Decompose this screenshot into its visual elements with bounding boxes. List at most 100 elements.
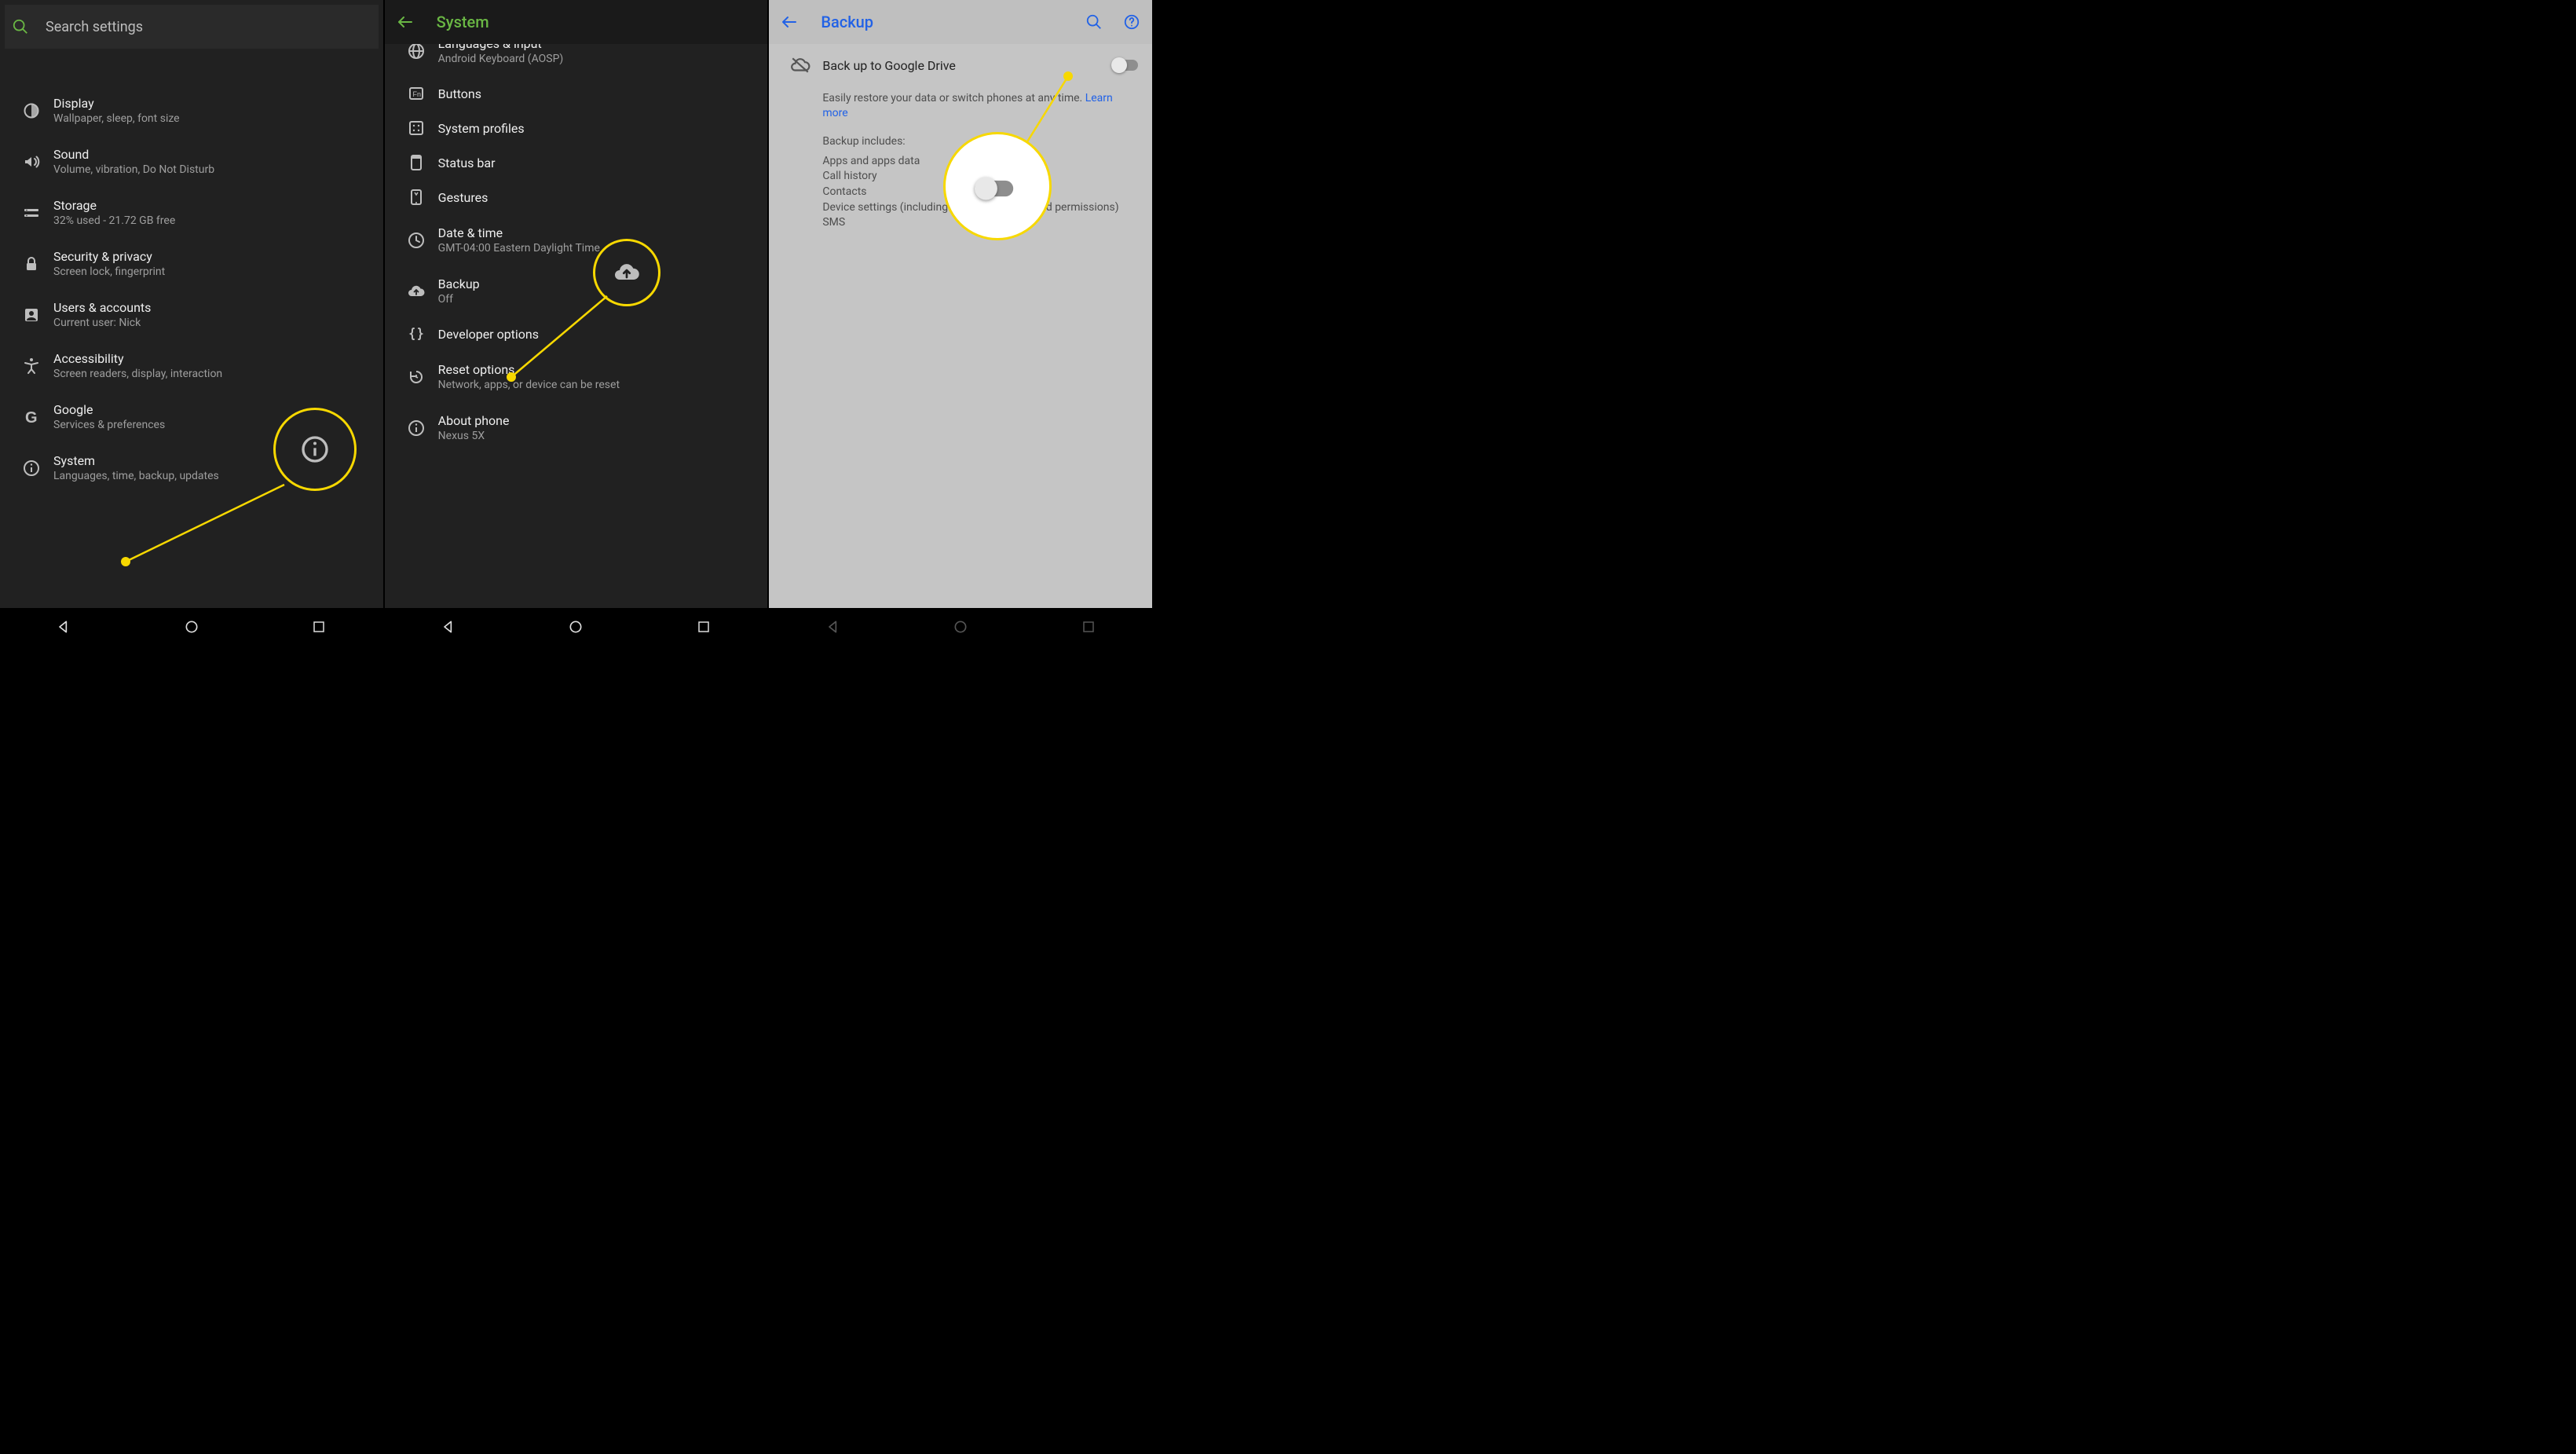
- row-label: System: [53, 453, 371, 468]
- nav-bar: [385, 608, 768, 646]
- system-list: Languages & input Android Keyboard (AOSP…: [385, 44, 768, 608]
- desc-text: Easily restore your data or switch phone…: [822, 92, 1085, 104]
- profiles-icon: [394, 119, 438, 137]
- nav-home-icon[interactable]: [951, 617, 970, 636]
- cloud-off-icon: [778, 55, 822, 75]
- settings-row-languages-input[interactable]: Languages & input Android Keyboard (AOSP…: [385, 44, 768, 76]
- row-label: Buttons: [438, 86, 756, 101]
- backup-toggle-row[interactable]: Back up to Google Drive: [769, 44, 1152, 86]
- sound-icon: [9, 152, 53, 171]
- topbar-system: System: [385, 0, 768, 44]
- backup-settings-panel: Backup Back up to Google Drive Easily re…: [769, 0, 1152, 646]
- settings-row-developer-options[interactable]: Developer options: [385, 317, 768, 351]
- globe-icon: [394, 44, 438, 60]
- settings-list: Display Wallpaper, sleep, font size Soun…: [0, 53, 383, 608]
- settings-row-security-privacy[interactable]: Security & privacy Screen lock, fingerpr…: [0, 238, 383, 289]
- row-subtitle: Languages, time, backup, updates: [53, 470, 371, 482]
- row-label: Backup: [438, 277, 756, 291]
- row-label: Reset options: [438, 362, 756, 377]
- settings-row-reset-options[interactable]: Reset options Network, apps, or device c…: [385, 351, 768, 402]
- google-icon: G: [9, 408, 53, 427]
- back-arrow-icon[interactable]: [396, 13, 415, 31]
- system-settings-panel: System Languages & input Android Keyboar…: [385, 0, 768, 646]
- fn-icon: Fn: [394, 84, 438, 103]
- row-label: Storage: [53, 198, 371, 213]
- search-icon: [11, 17, 30, 36]
- settings-row-system[interactable]: System Languages, time, backup, updates: [0, 442, 383, 493]
- topbar-backup: Backup: [769, 0, 1152, 44]
- row-label: About phone: [438, 413, 756, 428]
- settings-row-sound[interactable]: Sound Volume, vibration, Do Not Disturb: [0, 136, 383, 187]
- clock-icon: [394, 231, 438, 250]
- settings-row-date-time[interactable]: Date & time GMT-04:00 Eastern Daylight T…: [385, 214, 768, 266]
- search-settings-bar[interactable]: Search settings: [5, 5, 379, 49]
- nav-recent-icon[interactable]: [1079, 617, 1098, 636]
- info-icon: [394, 419, 438, 438]
- statusbar-icon: [394, 153, 438, 172]
- nav-back-icon[interactable]: [439, 617, 458, 636]
- settings-row-system-profiles[interactable]: System profiles: [385, 111, 768, 145]
- settings-row-users-accounts[interactable]: Users & accounts Current user: Nick: [0, 289, 383, 340]
- row-label: Users & accounts: [53, 300, 371, 315]
- row-label: Gestures: [438, 190, 756, 205]
- row-subtitle: 32% used - 21.72 GB free: [53, 214, 371, 227]
- gestures-icon: [394, 188, 438, 207]
- row-label: System profiles: [438, 121, 756, 136]
- row-label: Date & time: [438, 225, 756, 240]
- svg-text:G: G: [25, 409, 38, 427]
- nav-bar: [0, 608, 383, 646]
- include-item: Apps and apps data: [822, 154, 1140, 170]
- row-label: Google: [53, 402, 371, 417]
- includes-heading: Backup includes:: [769, 121, 1152, 152]
- row-label: Sound: [53, 147, 371, 162]
- row-label: Security & privacy: [53, 249, 371, 264]
- settings-row-about-phone[interactable]: About phone Nexus 5X: [385, 402, 768, 453]
- settings-row-display[interactable]: Display Wallpaper, sleep, font size: [0, 85, 383, 136]
- backup-toggle[interactable]: [1111, 57, 1140, 73]
- settings-row-gestures[interactable]: Gestures: [385, 180, 768, 214]
- braces-icon: [394, 324, 438, 343]
- settings-row-storage[interactable]: Storage 32% used - 21.72 GB free: [0, 187, 383, 238]
- row-label: Display: [53, 96, 371, 111]
- nav-back-icon[interactable]: [824, 617, 843, 636]
- nav-recent-icon[interactable]: [309, 617, 328, 636]
- cloudup-icon: [394, 282, 438, 301]
- settings-row-buttons[interactable]: Fn Buttons: [385, 76, 768, 111]
- page-title: System: [437, 13, 489, 31]
- settings-row-backup[interactable]: Backup Off: [385, 266, 768, 317]
- page-title: Backup: [821, 13, 873, 31]
- settings-row-google[interactable]: G Google Services & preferences: [0, 391, 383, 442]
- row-subtitle: Android Keyboard (AOSP): [438, 53, 756, 65]
- restore-icon: [394, 368, 438, 386]
- nav-back-icon[interactable]: [54, 617, 73, 636]
- svg-text:Fn: Fn: [412, 90, 421, 98]
- settings-row-accessibility[interactable]: Accessibility Screen readers, display, i…: [0, 340, 383, 391]
- row-label: Status bar: [438, 156, 756, 170]
- row-subtitle: Screen lock, fingerprint: [53, 266, 371, 278]
- settings-main-panel: Search settings Display Wallpaper, sleep…: [0, 0, 383, 646]
- display-icon: [9, 101, 53, 120]
- info-icon: [9, 459, 53, 478]
- toggle-label: Back up to Google Drive: [822, 58, 1111, 73]
- include-item: Contacts: [822, 185, 1140, 200]
- accessibility-icon: [9, 357, 53, 375]
- settings-row-status-bar[interactable]: Status bar: [385, 145, 768, 180]
- users-icon: [9, 306, 53, 324]
- back-arrow-icon[interactable]: [780, 13, 799, 31]
- storage-icon: [9, 203, 53, 222]
- nav-recent-icon[interactable]: [694, 617, 713, 636]
- include-item: Device settings (including Wi-Fi passwor…: [822, 200, 1140, 216]
- row-subtitle: Services & preferences: [53, 419, 371, 431]
- includes-list: Apps and apps dataCall historyContactsDe…: [769, 152, 1152, 231]
- nav-home-icon[interactable]: [182, 617, 201, 636]
- nav-home-icon[interactable]: [566, 617, 585, 636]
- help-icon[interactable]: [1122, 13, 1141, 31]
- row-subtitle: Wallpaper, sleep, font size: [53, 112, 371, 125]
- search-icon[interactable]: [1085, 13, 1103, 31]
- row-label: Developer options: [438, 327, 756, 342]
- row-subtitle: Off: [438, 293, 756, 306]
- lock-icon: [9, 255, 53, 273]
- row-subtitle: Volume, vibration, Do Not Disturb: [53, 163, 371, 176]
- row-label: Languages & input: [438, 44, 756, 51]
- row-subtitle: Screen readers, display, interaction: [53, 368, 371, 380]
